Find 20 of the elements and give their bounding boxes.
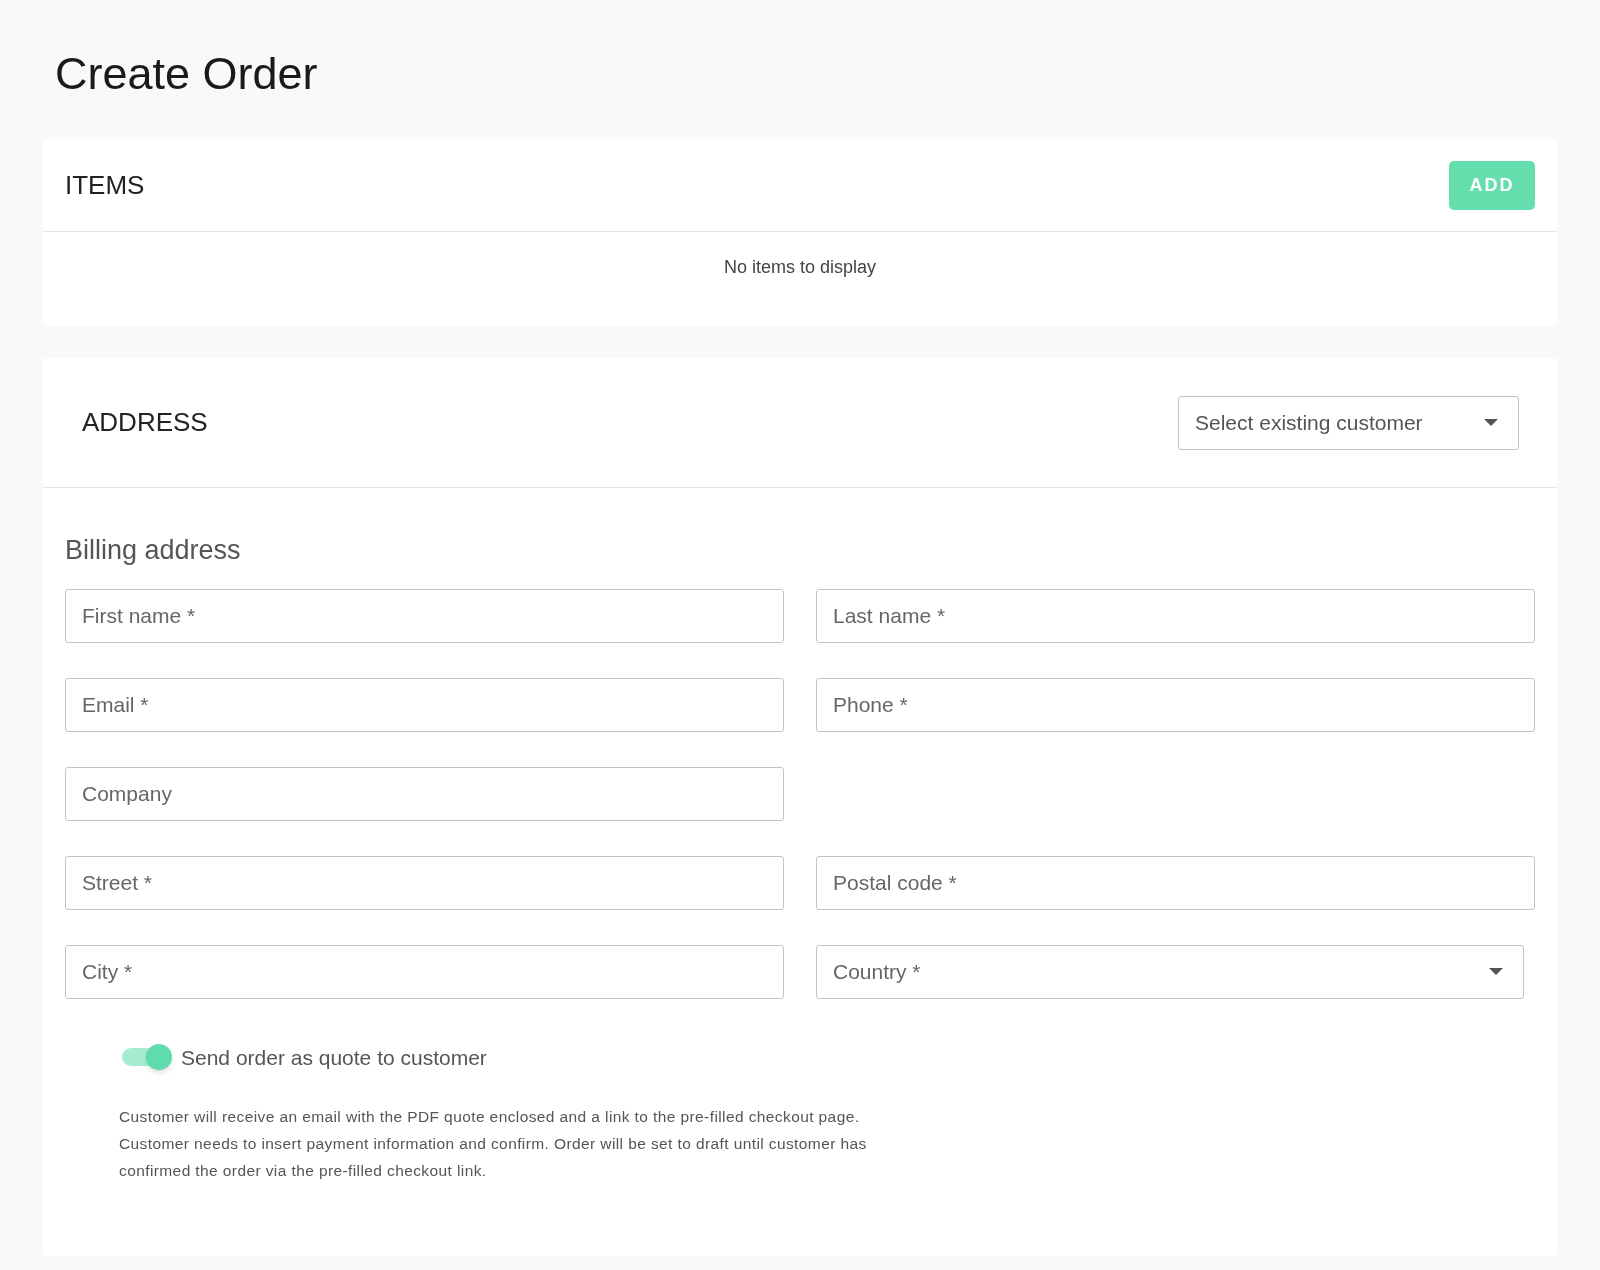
toggle-label: Send order as quote to customer bbox=[181, 1044, 487, 1071]
caret-icon bbox=[1484, 418, 1498, 427]
country-select[interactable]: Country * bbox=[816, 944, 1524, 999]
caret-icon bbox=[1489, 967, 1503, 976]
customer-select[interactable]: Select existing customer bbox=[1178, 395, 1519, 450]
input-field[interactable]: City * bbox=[65, 944, 784, 999]
quote-note: Customer will receive an email with the PDF quote enclosed and a link to the pre-filled checkout page. Customer needs to insert payment information and confirm. Order will be set to draft until customer has confirmed the order via the pre-filled checkout link. bbox=[119, 1107, 868, 1181]
billing-title: Billing address bbox=[65, 534, 242, 567]
empty-message: No items to display bbox=[723, 256, 877, 279]
input-field[interactable]: Street * bbox=[65, 855, 784, 910]
input-field[interactable]: First name * bbox=[65, 588, 784, 643]
input-field[interactable]: Phone * bbox=[816, 677, 1535, 732]
input-field[interactable]: Email * bbox=[65, 677, 784, 732]
input-field[interactable]: Last name * bbox=[816, 588, 1535, 643]
input-field[interactable]: Company bbox=[65, 766, 784, 821]
section-title: ITEMS bbox=[65, 168, 145, 202]
input-field[interactable]: Postal code * bbox=[816, 855, 1535, 910]
page-title: Create Order bbox=[55, 47, 319, 101]
section-title: ADDRESS bbox=[82, 406, 208, 439]
toggle-switch[interactable] bbox=[120, 1044, 172, 1071]
